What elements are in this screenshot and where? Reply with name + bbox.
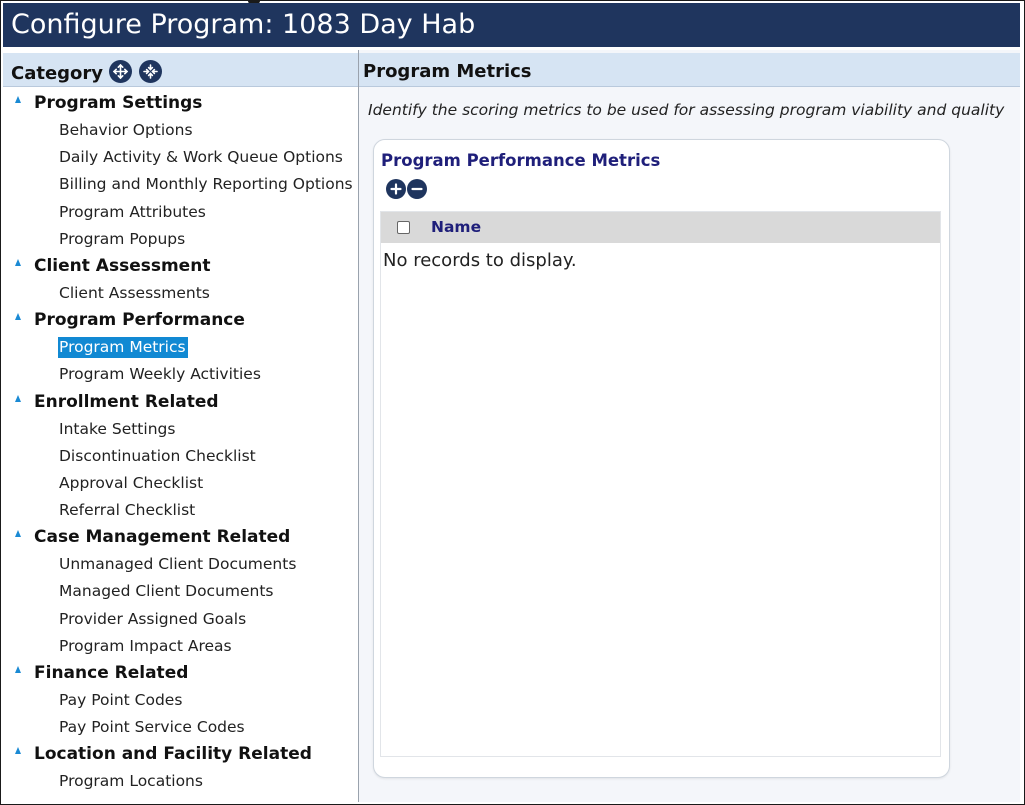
expanded-arrow-icon[interactable] (15, 394, 21, 402)
tree-item-billing-monthly-reporting-options[interactable]: Billing and Monthly Reporting Options (3, 171, 358, 198)
expanded-arrow-icon[interactable] (15, 666, 21, 673)
tree-group-program-settings: Program Settings Behavior Options Daily … (3, 90, 358, 253)
tree-group-location-facility-related: Location and Facility Related Program Lo… (3, 741, 358, 795)
tree-item-program-metrics[interactable]: Program Metrics (3, 334, 358, 361)
tree-item-intake-settings[interactable]: Intake Settings (3, 416, 358, 443)
tree-item-pay-point-service-codes[interactable]: Pay Point Service Codes (3, 714, 358, 741)
tree-item-client-assessments[interactable]: Client Assessments (3, 280, 358, 307)
content-pane: Program Metrics Identify the scoring met… (359, 50, 1020, 802)
group-title-program-settings[interactable]: Program Settings (3, 90, 358, 117)
tree-group-client-assessment: Client Assessment Client Assessments (3, 253, 358, 307)
group-title-finance-related[interactable]: Finance Related (3, 660, 358, 687)
tree-item-program-impact-areas[interactable]: Program Impact Areas (3, 633, 358, 660)
tree-item-unmanaged-client-documents[interactable]: Unmanaged Client Documents (3, 551, 358, 578)
grid-header-row: Name (381, 212, 940, 243)
group-label: Program Settings (34, 93, 203, 113)
group-title-case-management-related[interactable]: Case Management Related (3, 524, 358, 551)
window-title-bar: Configure Program: 1083 Day Hab (3, 3, 1020, 47)
group-label: Finance Related (34, 663, 189, 683)
card-title: Program Performance Metrics (381, 151, 661, 170)
content-header: Program Metrics (359, 53, 1020, 87)
collapse-all-icon[interactable] (139, 60, 162, 83)
plus-circle-icon[interactable] (386, 179, 406, 199)
grid-toolbar (386, 179, 427, 199)
expanded-arrow-icon[interactable] (15, 96, 21, 103)
tree-item-program-weekly-activities[interactable]: Program Weekly Activities (3, 361, 358, 388)
tree-item-behavior-options[interactable]: Behavior Options (3, 117, 358, 144)
category-tree: Program Settings Behavior Options Daily … (3, 90, 358, 796)
group-label: Enrollment Related (34, 391, 219, 412)
category-header: Category (3, 53, 358, 87)
tree-item-discontinuation-checklist[interactable]: Discontinuation Checklist (3, 443, 358, 470)
tree-group-enrollment-related: Enrollment Related Intake Settings Disco… (3, 389, 358, 525)
expanded-arrow-icon[interactable] (15, 530, 21, 538)
group-title-location-facility-related[interactable]: Location and Facility Related (3, 741, 358, 768)
expanded-arrow-icon[interactable] (15, 747, 21, 755)
category-pane: Category Program Settings Behavior Optio… (3, 50, 359, 802)
select-all-checkbox[interactable] (397, 221, 410, 234)
tree-group-program-performance: Program Performance Program Metrics Prog… (3, 307, 358, 388)
tree-item-pay-point-codes[interactable]: Pay Point Codes (3, 687, 358, 714)
tree-item-provider-assigned-goals[interactable]: Provider Assigned Goals (3, 606, 358, 633)
tree-item-daily-activity-work-queue-options[interactable]: Daily Activity & Work Queue Options (3, 144, 358, 171)
category-label: Category (11, 63, 104, 84)
empty-grid-message: No records to display. (383, 250, 577, 271)
metrics-grid: Name No records to display. (380, 211, 941, 757)
column-header-name[interactable]: Name (431, 218, 481, 236)
tree-item-managed-client-documents[interactable]: Managed Client Documents (3, 578, 358, 605)
expanded-arrow-icon[interactable] (15, 258, 21, 266)
group-title-enrollment-related[interactable]: Enrollment Related (3, 389, 358, 416)
content-description: Identify the scoring metrics to be used … (368, 101, 1005, 119)
minus-circle-icon[interactable] (407, 179, 427, 199)
metrics-card: Program Performance Metrics Name No reco… (373, 139, 950, 778)
tree-item-program-popups[interactable]: Program Popups (3, 226, 358, 253)
group-label: Client Assessment (34, 255, 211, 276)
group-label: Program Performance (34, 310, 245, 331)
group-title-client-assessment[interactable]: Client Assessment (3, 253, 358, 280)
group-label: Location and Facility Related (34, 744, 312, 765)
expand-all-icon[interactable] (109, 60, 132, 83)
tree-group-case-management-related: Case Management Related Unmanaged Client… (3, 524, 358, 660)
expanded-arrow-icon[interactable] (15, 313, 21, 321)
tree-item-referral-checklist[interactable]: Referral Checklist (3, 497, 358, 524)
tree-item-program-attributes[interactable]: Program Attributes (3, 199, 358, 226)
group-title-program-performance[interactable]: Program Performance (3, 307, 358, 334)
window-title: Configure Program: 1083 Day Hab (11, 9, 476, 40)
content-title: Program Metrics (363, 61, 532, 82)
tree-item-approval-checklist[interactable]: Approval Checklist (3, 470, 358, 497)
tree-item-program-locations[interactable]: Program Locations (3, 768, 358, 795)
tree-group-finance-related: Finance Related Pay Point Codes Pay Poin… (3, 660, 358, 741)
group-label: Case Management Related (34, 527, 291, 548)
